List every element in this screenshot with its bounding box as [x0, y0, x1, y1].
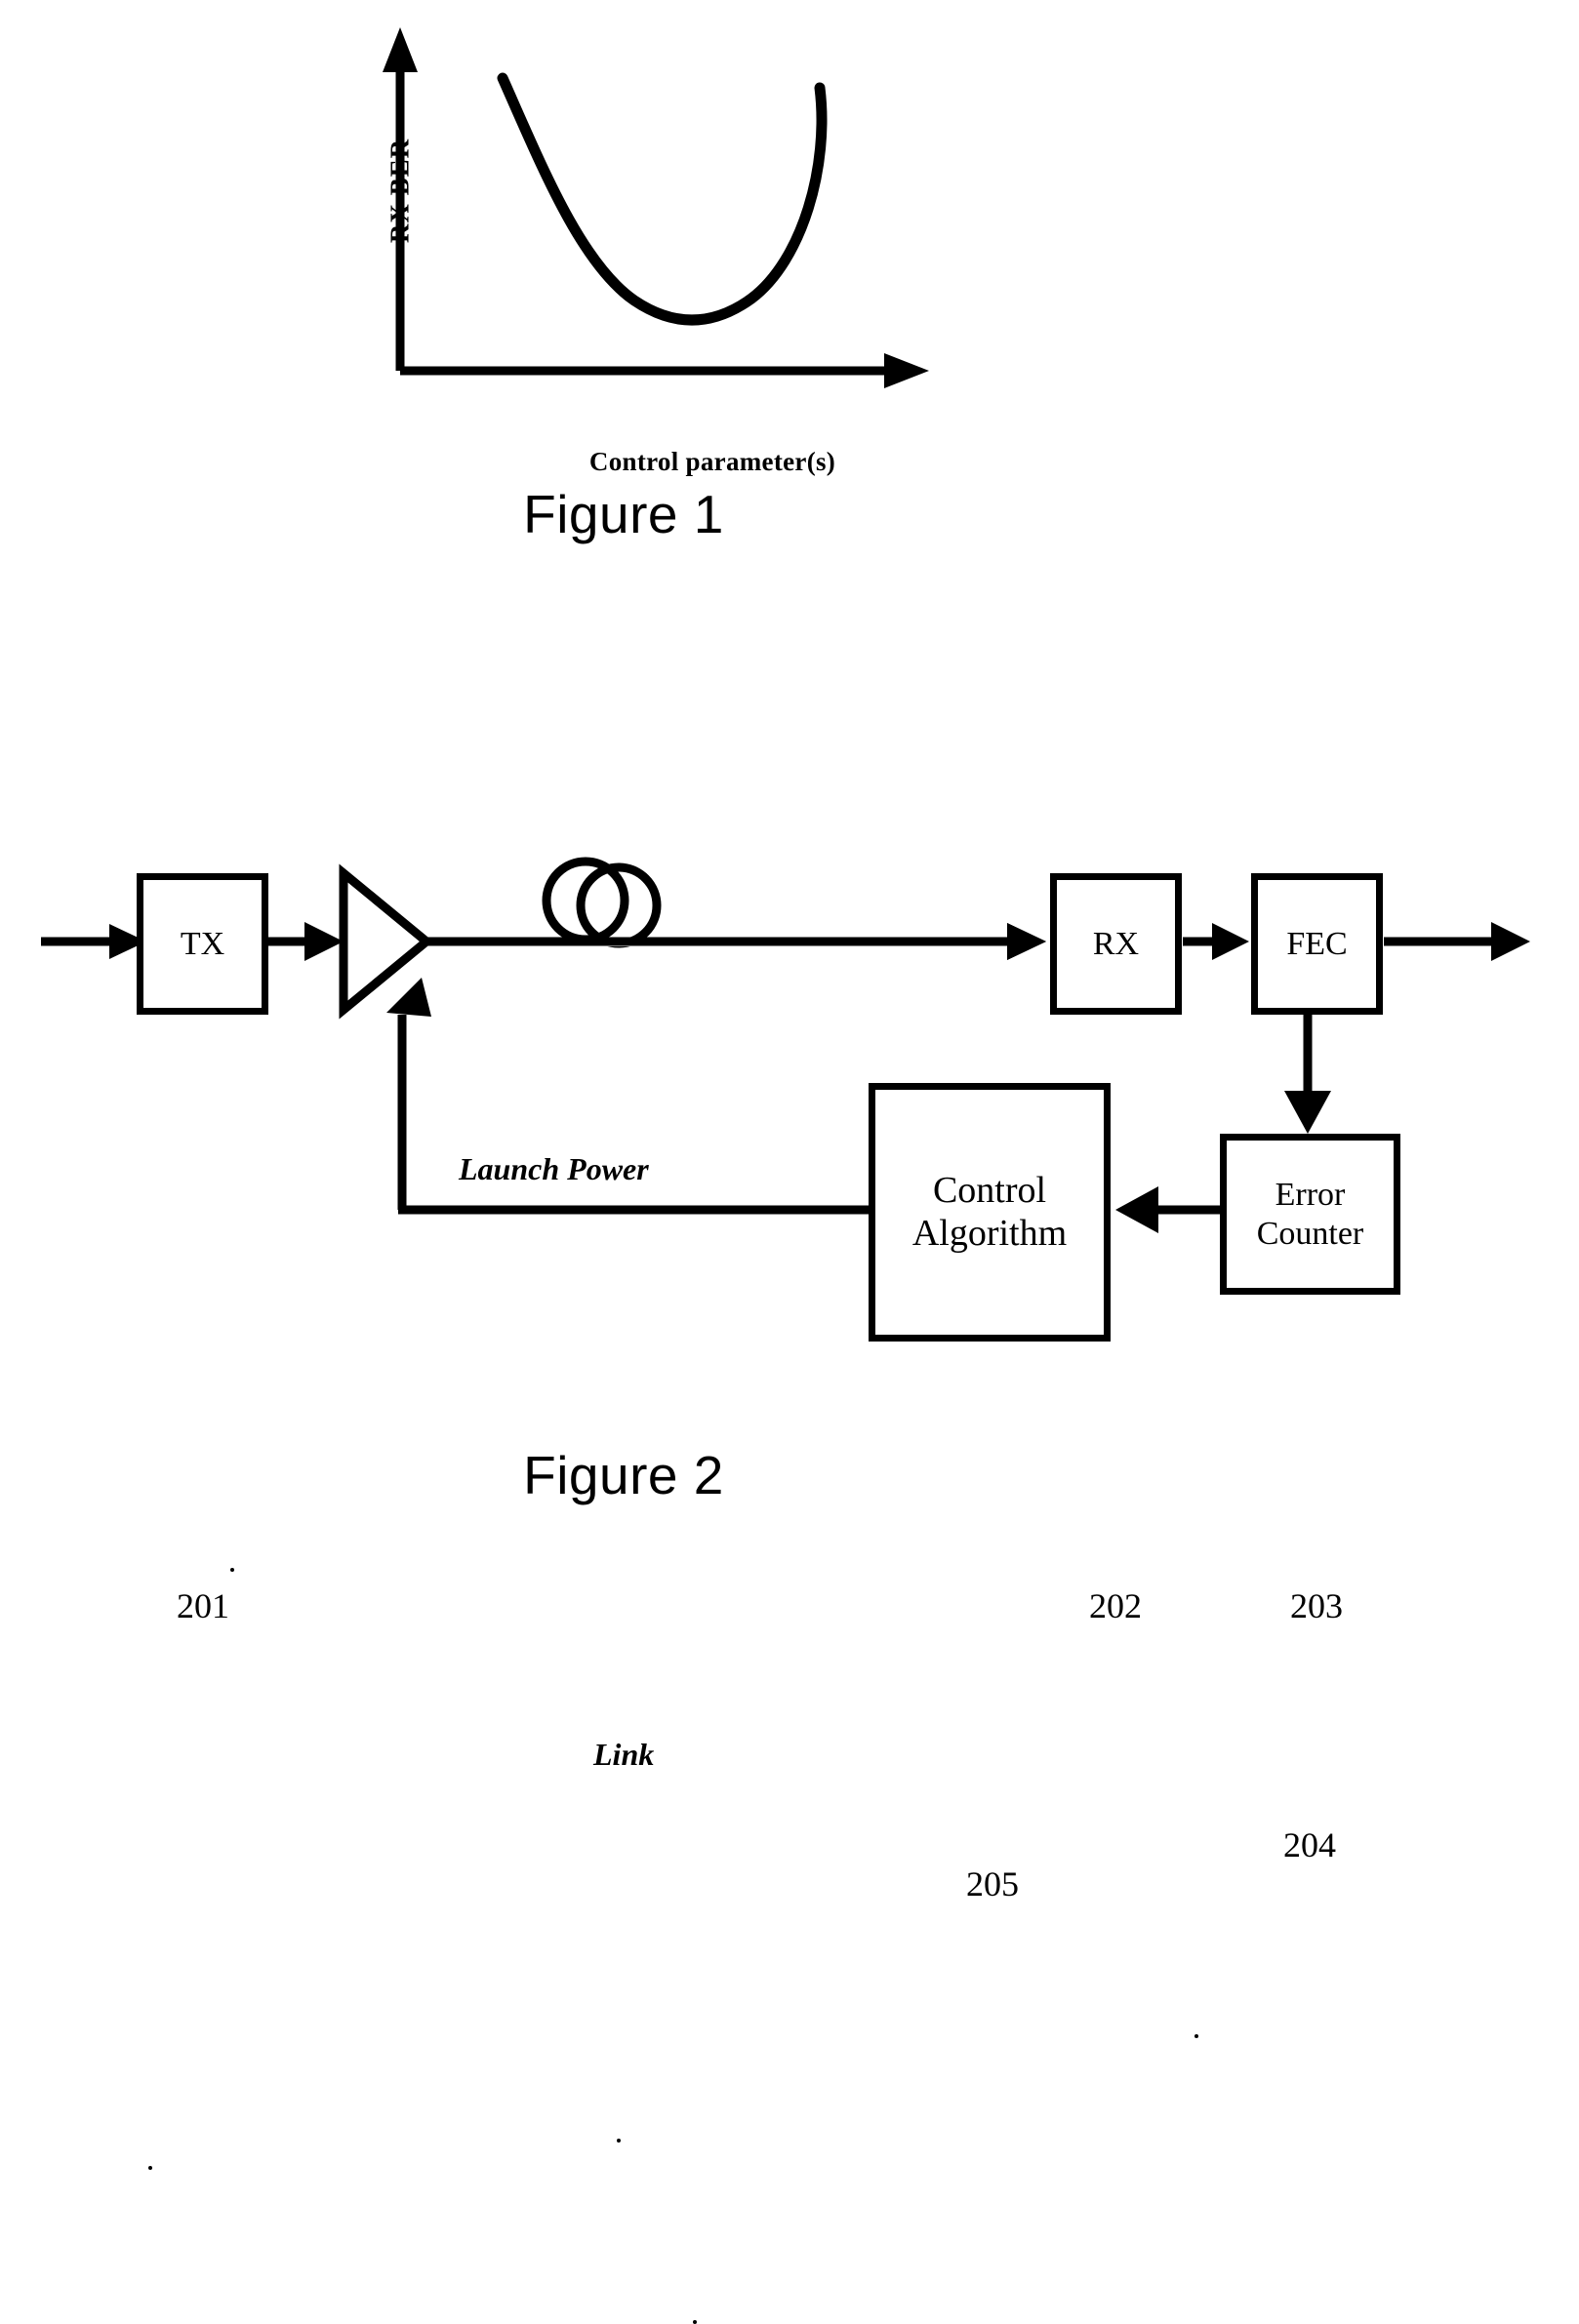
stray-dot-2 [148, 2166, 152, 2170]
block-control-algorithm-label-line1: Control [932, 1169, 1047, 1211]
figure-1-plot [383, 27, 929, 388]
ref-number-202: 202 [1089, 1586, 1142, 1625]
ref-number-203: 203 [1290, 1586, 1343, 1625]
block-fec-label: FEC [1286, 925, 1348, 962]
figure-1-caption: Figure 1 [523, 484, 724, 544]
block-fec[interactable]: FEC [1251, 873, 1383, 1015]
link-annotation: Link [593, 1737, 655, 1772]
block-error-counter[interactable]: Error Counter [1220, 1134, 1400, 1295]
block-error-counter-label-line2: Counter [1256, 1215, 1364, 1252]
launch-power-annotation: Launch Power [459, 1151, 649, 1186]
tx-to-amp-arrow [268, 922, 344, 961]
fec-output-arrow [1384, 922, 1530, 961]
block-rx[interactable]: RX [1050, 873, 1182, 1015]
stray-dot-4 [617, 2139, 621, 2143]
block-tx[interactable]: TX [137, 873, 268, 1015]
x-axis-label: Control parameter(s) [588, 447, 836, 476]
error-counter-to-control-arrow [1115, 1186, 1220, 1233]
figure-2-caption: Figure 2 [523, 1445, 724, 1505]
ber-curve [497, 72, 828, 326]
fec-to-error-counter-arrow [1284, 1010, 1331, 1134]
figure-2: TX 201 Link RX 202 FEC 203 Error Counter… [0, 761, 1579, 2324]
rx-to-fec-arrow [1183, 923, 1249, 960]
block-error-counter-label-line1: Error [1275, 1177, 1346, 1214]
patent-figure-page: RX BER Control parameter(s) Figure 1 TX … [0, 0, 1579, 2324]
block-control-algorithm-label-line2: Algorithm [911, 1212, 1068, 1254]
fiber-coil-icon [426, 857, 1046, 960]
stray-dot-5 [693, 2320, 697, 2324]
ref-number-205: 205 [966, 1864, 1019, 1903]
input-arrow [41, 924, 146, 959]
block-tx-label: TX [180, 925, 225, 962]
stray-dot-1 [230, 1568, 234, 1572]
block-control-algorithm[interactable]: Control Algorithm [869, 1083, 1111, 1342]
figure-1: RX BER Control parameter(s) Figure 1 [0, 0, 1579, 624]
y-axis-label: RX BER [385, 138, 415, 244]
block-rx-label: RX [1092, 925, 1140, 962]
ref-number-204: 204 [1283, 1825, 1336, 1864]
ref-number-201: 201 [177, 1586, 229, 1625]
stray-dot-3 [1194, 2034, 1198, 2038]
x-axis [400, 353, 929, 388]
